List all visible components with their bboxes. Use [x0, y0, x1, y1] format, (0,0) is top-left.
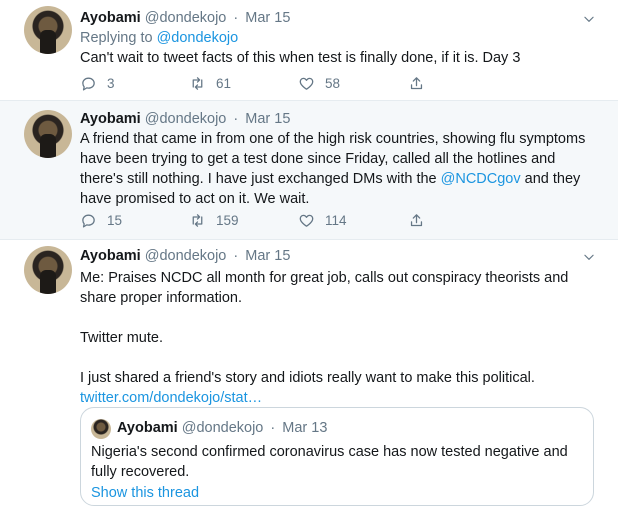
- heart-icon: [299, 77, 314, 90]
- tweet-text-paragraph: I just shared a friend's story and idiot…: [80, 370, 535, 386]
- tweet-link-line: twitter.com/dondekojo/stat…: [80, 388, 595, 408]
- chevron-down-icon[interactable]: [582, 250, 596, 264]
- separator: ·: [270, 420, 276, 436]
- heart-icon: [299, 214, 314, 227]
- tweet-header: Ayobami @dondekojo · Mar 15: [80, 109, 595, 129]
- user-handle[interactable]: @dondekojo: [145, 10, 227, 26]
- reply-button[interactable]: 15: [80, 210, 122, 230]
- quoted-tweet-text: Nigeria's second confirmed coronavirus c…: [91, 444, 568, 480]
- user-handle[interactable]: @dondekojo: [145, 111, 227, 127]
- reply-icon: [82, 77, 95, 91]
- tweet-date[interactable]: Mar 15: [245, 10, 290, 26]
- quoted-tweet-header: Ayobami @dondekojo · Mar 13: [117, 418, 327, 438]
- replying-to: Replying to @dondekojo: [80, 28, 595, 48]
- tweet-actions: 3 61 58: [80, 73, 510, 93]
- tweet[interactable]: Ayobami @dondekojo · Mar 15 Replying to …: [0, 0, 618, 101]
- share-button[interactable]: [408, 73, 435, 93]
- quoted-display-name: Ayobami: [117, 420, 178, 436]
- share-button[interactable]: [408, 210, 435, 230]
- chevron-down-icon[interactable]: [582, 12, 596, 26]
- tweet-header: Ayobami @dondekojo · Mar 15: [80, 246, 595, 266]
- share-icon: [410, 213, 423, 226]
- mention-link[interactable]: @NCDCgov: [441, 171, 521, 187]
- retweet-icon: [192, 76, 203, 90]
- replying-to-handle[interactable]: @dondekojo: [157, 30, 239, 46]
- tweet-text-paragraph: Twitter mute.: [80, 330, 163, 346]
- retweet-icon: [192, 213, 203, 227]
- tweet-text-paragraph: Me: Praises NCDC all month for great job…: [80, 270, 569, 306]
- reply-button[interactable]: 3: [80, 73, 115, 93]
- quoted-tweet[interactable]: Ayobami @dondekojo · Mar 13 Nigeria's se…: [80, 407, 594, 506]
- tweet-header: Ayobami @dondekojo · Mar 15: [80, 8, 595, 28]
- display-name[interactable]: Ayobami: [80, 248, 141, 264]
- tweet-actions: 15 159 114: [80, 210, 510, 230]
- retweet-count: 159: [216, 212, 239, 228]
- reply-count: 15: [107, 212, 123, 228]
- tweet-link[interactable]: twitter.com/dondekojo/stat…: [80, 390, 262, 406]
- reply-count: 3: [107, 75, 115, 91]
- quoted-user-handle: @dondekojo: [181, 420, 264, 436]
- tweet-date[interactable]: Mar 15: [245, 111, 290, 127]
- user-handle[interactable]: @dondekojo: [145, 248, 227, 264]
- separator: ·: [233, 10, 239, 26]
- tweet-thread: Ayobami @dondekojo · Mar 15 Replying to …: [0, 0, 618, 515]
- separator: ·: [233, 111, 239, 127]
- tweet-text: A friend that came in from one of the hi…: [80, 129, 595, 209]
- replying-to-label: Replying to: [80, 30, 157, 46]
- avatar[interactable]: [24, 6, 72, 54]
- separator: ·: [233, 248, 239, 264]
- like-button[interactable]: 114: [298, 210, 347, 230]
- show-thread-link[interactable]: Show this thread: [91, 483, 199, 503]
- share-icon: [410, 76, 423, 89]
- retweet-button[interactable]: 159: [189, 210, 239, 230]
- like-count: 58: [325, 75, 341, 91]
- retweet-count: 61: [216, 75, 232, 91]
- quoted-avatar: [91, 419, 111, 439]
- like-count: 114: [325, 212, 347, 228]
- retweet-button[interactable]: 61: [189, 73, 231, 93]
- tweet-text: Can't wait to tweet facts of this when t…: [80, 50, 521, 66]
- tweet-date[interactable]: Mar 15: [245, 248, 290, 264]
- quoted-tweet-date: Mar 13: [282, 420, 328, 436]
- tweet-highlighted[interactable]: Ayobami @dondekojo · Mar 15 A friend tha…: [0, 101, 618, 240]
- display-name[interactable]: Ayobami: [80, 10, 141, 26]
- avatar[interactable]: [24, 110, 72, 158]
- reply-icon: [82, 214, 95, 228]
- like-button[interactable]: 58: [298, 73, 340, 93]
- display-name[interactable]: Ayobami: [80, 111, 141, 127]
- avatar[interactable]: [24, 246, 72, 294]
